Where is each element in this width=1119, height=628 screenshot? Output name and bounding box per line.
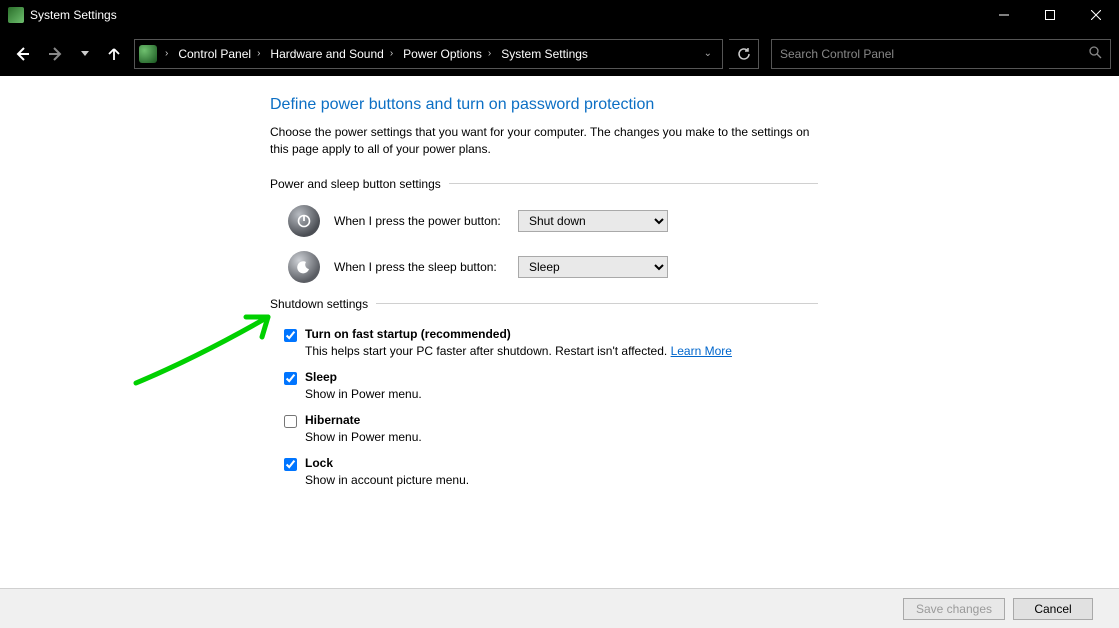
breadcrumb-item-system-settings[interactable]: System Settings xyxy=(497,47,592,61)
sleep-label: Sleep xyxy=(305,370,337,384)
location-icon xyxy=(139,45,157,63)
checkbox-sleep: Sleep xyxy=(284,368,832,385)
checkbox-hibernate: Hibernate xyxy=(284,411,832,428)
lock-label: Lock xyxy=(305,456,333,470)
fast-startup-description: This helps start your PC faster after sh… xyxy=(305,344,825,358)
sleep-button-label: When I press the sleep button: xyxy=(334,260,504,274)
cancel-button[interactable]: Cancel xyxy=(1013,598,1093,620)
fast-startup-checkbox[interactable] xyxy=(284,329,297,342)
breadcrumb-item-hardware-sound[interactable]: Hardware and Sound xyxy=(266,47,387,61)
section-shutdown-heading: Shutdown settings xyxy=(270,297,818,311)
sleep-icon xyxy=(288,251,320,283)
checkbox-fast-startup: Turn on fast startup (recommended) xyxy=(284,325,832,342)
fast-startup-label: Turn on fast startup (recommended) xyxy=(305,327,511,341)
content-area: Define power buttons and turn on passwor… xyxy=(0,76,1119,588)
page-heading: Define power buttons and turn on passwor… xyxy=(270,96,1099,114)
forward-button[interactable] xyxy=(42,40,70,68)
save-changes-button: Save changes xyxy=(903,598,1005,620)
sleep-button-row: When I press the sleep button: Sleep xyxy=(288,251,836,283)
chevron-right-icon: › xyxy=(255,48,266,59)
up-button[interactable] xyxy=(100,40,128,68)
sleep-description: Show in Power menu. xyxy=(305,387,825,401)
chevron-right-icon: › xyxy=(388,48,399,59)
search-icon xyxy=(1089,46,1102,62)
section-power-sleep-heading: Power and sleep button settings xyxy=(270,177,818,191)
search-input[interactable] xyxy=(780,47,1089,61)
back-button[interactable] xyxy=(8,40,36,68)
window-title: System Settings xyxy=(30,8,117,22)
refresh-button[interactable] xyxy=(729,39,759,69)
navigation-bar: › Control Panel › Hardware and Sound › P… xyxy=(0,30,1119,76)
close-button[interactable] xyxy=(1073,0,1119,30)
chevron-right-icon: › xyxy=(486,48,497,59)
breadcrumb-item-control-panel[interactable]: Control Panel xyxy=(174,47,255,61)
minimize-button[interactable] xyxy=(981,0,1027,30)
sleep-button-select[interactable]: Sleep xyxy=(518,256,668,278)
search-box[interactable] xyxy=(771,39,1111,69)
checkbox-lock: Lock xyxy=(284,454,832,471)
learn-more-link[interactable]: Learn More xyxy=(671,344,732,358)
power-button-select[interactable]: Shut down xyxy=(518,210,668,232)
breadcrumb-dropdown[interactable]: ⌄ xyxy=(694,48,722,59)
power-button-row: When I press the power button: Shut down xyxy=(288,205,836,237)
titlebar: System Settings xyxy=(0,0,1119,30)
breadcrumb-item-power-options[interactable]: Power Options xyxy=(399,47,486,61)
power-icon xyxy=(288,205,320,237)
breadcrumb[interactable]: › Control Panel › Hardware and Sound › P… xyxy=(134,39,723,69)
footer-bar: Save changes Cancel xyxy=(0,588,1119,628)
control-panel-icon xyxy=(8,7,24,23)
recent-locations-button[interactable] xyxy=(76,40,94,68)
power-button-label: When I press the power button: xyxy=(334,214,504,228)
lock-description: Show in account picture menu. xyxy=(305,473,825,487)
maximize-button[interactable] xyxy=(1027,0,1073,30)
lock-checkbox[interactable] xyxy=(284,458,297,471)
chevron-right-icon: › xyxy=(163,48,174,59)
page-description: Choose the power settings that you want … xyxy=(270,124,830,159)
hibernate-checkbox[interactable] xyxy=(284,415,297,428)
hibernate-label: Hibernate xyxy=(305,413,360,427)
hibernate-description: Show in Power menu. xyxy=(305,430,825,444)
sleep-checkbox[interactable] xyxy=(284,372,297,385)
